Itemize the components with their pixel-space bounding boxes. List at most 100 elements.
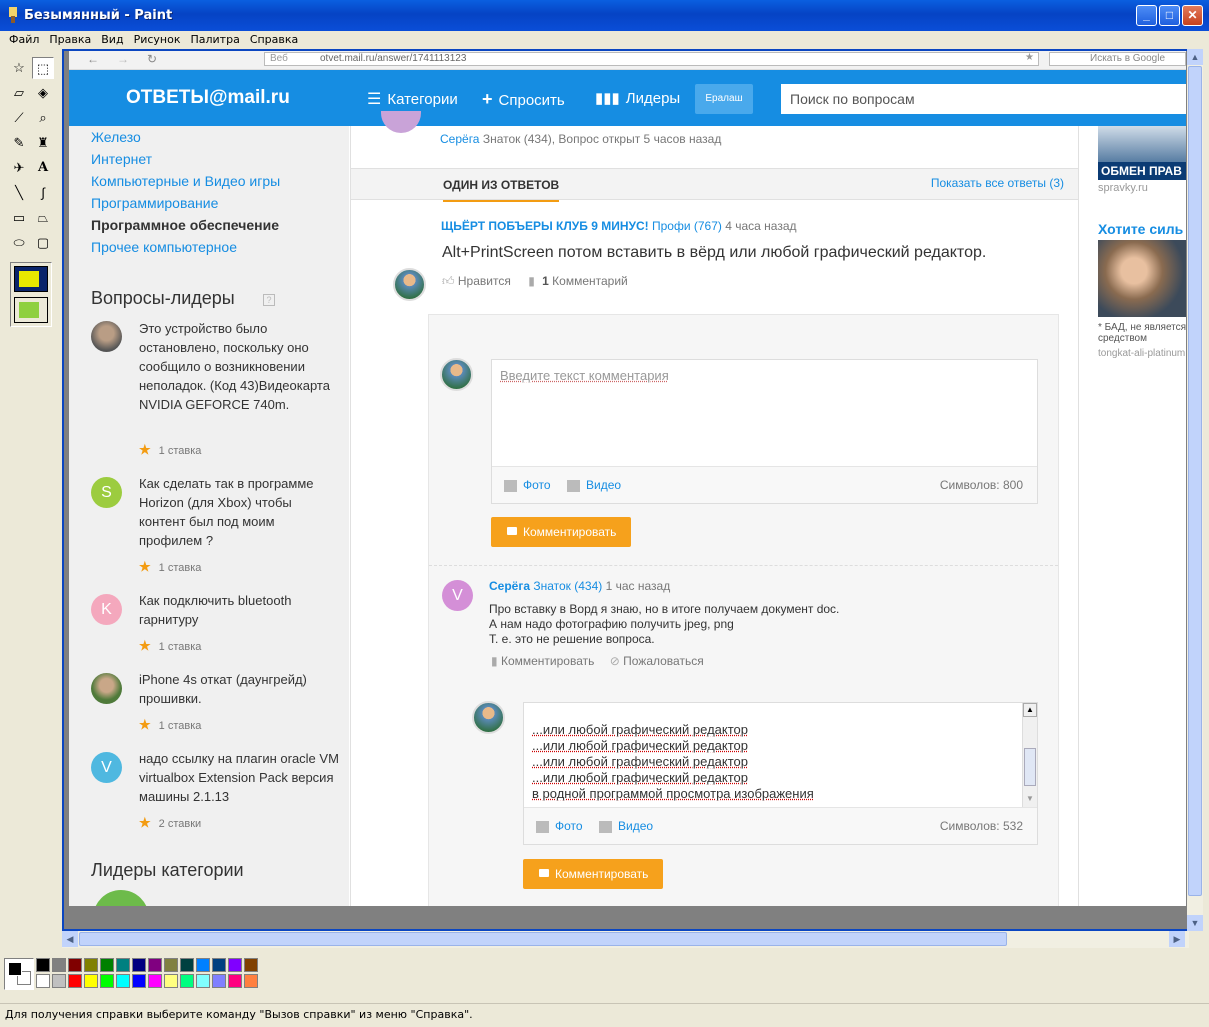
palette-swatch[interactable] xyxy=(52,958,66,972)
palette-swatch[interactable] xyxy=(164,974,178,988)
vertical-scroll-thumb[interactable] xyxy=(1188,66,1202,896)
canvas[interactable]: ← → ↻ Веб otvet.mail.ru/answer/174111312… xyxy=(69,51,1186,906)
magnifier-icon[interactable]: ⌕ xyxy=(32,107,54,129)
palette-swatch[interactable] xyxy=(180,974,194,988)
palette-swatch[interactable] xyxy=(164,958,178,972)
palette-swatch[interactable] xyxy=(36,958,50,972)
comment-time: 1 час назад xyxy=(605,579,671,593)
nav-categories-label: Категории xyxy=(387,91,458,108)
scroll-right-icon[interactable]: ▶ xyxy=(1169,931,1185,947)
scroll-up-icon[interactable]: ▲ xyxy=(1187,49,1203,65)
leader-question-text: Это устройство было остановлено, посколь… xyxy=(139,321,330,412)
nav-ask-label: Спросить xyxy=(498,92,565,109)
status-text: Для получения справки выберите команду "… xyxy=(5,1008,473,1021)
palette-swatch[interactable] xyxy=(196,974,210,988)
palette-swatch[interactable] xyxy=(116,974,130,988)
menu-edit[interactable]: Правка xyxy=(44,31,96,48)
rect-select-icon[interactable]: ⬚ xyxy=(32,57,54,79)
photo-link: Фото xyxy=(504,478,551,492)
avatar: V xyxy=(442,580,473,611)
bet-count: ★ 2 ставки xyxy=(139,815,201,831)
ad-banner: ОБМЕН ПРАВ xyxy=(1098,126,1186,180)
palette-swatch[interactable] xyxy=(180,958,194,972)
eraser-icon[interactable]: ▱ xyxy=(8,82,30,104)
star-icon: ★ xyxy=(1025,52,1034,63)
palette-swatch[interactable] xyxy=(228,958,242,972)
category-item-active: Программное обеспечение xyxy=(91,217,279,233)
comment-line: Про вставку в Ворд я знаю, но в итоге по… xyxy=(489,602,840,616)
palette-swatch[interactable] xyxy=(116,958,130,972)
palette-swatch[interactable] xyxy=(68,974,82,988)
category-item: Интернет xyxy=(91,151,153,167)
palette-swatch[interactable] xyxy=(132,958,146,972)
palette-swatch[interactable] xyxy=(228,974,242,988)
palette-swatch[interactable] xyxy=(148,974,162,988)
maximize-button[interactable]: □ xyxy=(1159,5,1180,26)
palette-swatch[interactable] xyxy=(52,974,66,988)
video-label: Видео xyxy=(586,478,622,492)
editor-footer: Фото Видео Символов: 532 xyxy=(524,807,1037,844)
question-meta: Серёга Знаток (434), Вопрос открыт 5 час… xyxy=(440,132,721,146)
palette-swatch[interactable] xyxy=(68,958,82,972)
palette-swatch[interactable] xyxy=(84,974,98,988)
palette-swatch[interactable] xyxy=(84,958,98,972)
like-label: Нравится xyxy=(457,274,511,288)
photo-icon xyxy=(504,479,517,492)
bet-label: 1 ставка xyxy=(158,445,202,457)
vertical-scrollbar[interactable]: ▲ ▼ xyxy=(1187,49,1203,931)
line-icon[interactable]: ╲ xyxy=(8,182,30,204)
curve-icon[interactable]: ∫ xyxy=(32,182,54,204)
close-button[interactable]: ✕ xyxy=(1182,5,1203,26)
scroll-left-icon[interactable]: ◀ xyxy=(62,931,78,947)
palette-swatch[interactable] xyxy=(132,974,146,988)
free-select-icon[interactable]: ☆ xyxy=(8,57,30,79)
palette-swatch[interactable] xyxy=(100,974,114,988)
palette-swatch[interactable] xyxy=(212,974,226,988)
pencil-icon[interactable]: ✎ xyxy=(8,132,30,154)
video-link: Видео xyxy=(567,478,621,492)
site-search-field: Поиск по вопросам xyxy=(781,84,1186,114)
color-picker-icon[interactable]: ⟋ xyxy=(8,107,30,129)
category-item: Прочее компьютерное xyxy=(91,239,237,255)
star-icon: ★ xyxy=(139,559,151,574)
tool-options-panel[interactable] xyxy=(10,262,52,327)
scroll-down-icon[interactable]: ▼ xyxy=(1187,915,1203,931)
text-icon[interactable]: A xyxy=(32,157,54,179)
menu-help[interactable]: Справка xyxy=(245,31,303,48)
palette-swatch[interactable] xyxy=(148,958,162,972)
horizontal-scroll-thumb[interactable] xyxy=(79,932,1007,946)
video-label: Видео xyxy=(618,819,654,833)
brush-icon[interactable]: ♜ xyxy=(32,132,54,154)
help-icon: ? xyxy=(263,294,275,306)
transparent-option-icon[interactable] xyxy=(14,297,48,323)
airbrush-icon[interactable]: ✈ xyxy=(8,157,30,179)
palette-swatch[interactable] xyxy=(100,958,114,972)
horizontal-scrollbar[interactable]: ◀ ▶ xyxy=(62,931,1189,948)
bet-count: ★ 1 ставка xyxy=(139,717,201,733)
ad-source: spravky.ru xyxy=(1098,182,1148,194)
google-search-field: Искать в Google xyxy=(1049,52,1186,66)
palette-swatch[interactable] xyxy=(244,958,258,972)
rectangle-icon[interactable]: ▭ xyxy=(8,207,30,229)
menu-file[interactable]: Файл xyxy=(4,31,44,48)
palette-swatch[interactable] xyxy=(212,958,226,972)
menu-image[interactable]: Рисунок xyxy=(129,31,186,48)
ellipse-icon[interactable]: ⬭ xyxy=(8,232,30,254)
palette-swatch[interactable] xyxy=(36,974,50,988)
reload-icon: ↻ xyxy=(147,52,158,66)
polygon-icon[interactable]: ⏢ xyxy=(32,207,54,229)
fill-icon[interactable]: ◈ xyxy=(32,82,54,104)
palette-swatch[interactable] xyxy=(244,974,258,988)
menu-view[interactable]: Вид xyxy=(96,31,128,48)
rounded-rect-icon[interactable]: ▢ xyxy=(32,232,54,254)
palette-swatch[interactable] xyxy=(196,958,210,972)
avatar xyxy=(381,111,421,133)
comment-meta: Серёга Знаток (434) 1 час назад xyxy=(489,579,670,593)
menu-palette[interactable]: Палитра xyxy=(185,31,244,48)
current-colors[interactable] xyxy=(4,958,34,990)
minimize-button[interactable]: _ xyxy=(1136,5,1157,26)
back-arrow-icon: ← xyxy=(87,52,99,66)
photo-label: Фото xyxy=(523,478,551,492)
tab-one-answer: ОДИН ИЗ ОТВЕТОВ xyxy=(443,178,560,202)
opaque-option-icon[interactable] xyxy=(14,266,48,292)
